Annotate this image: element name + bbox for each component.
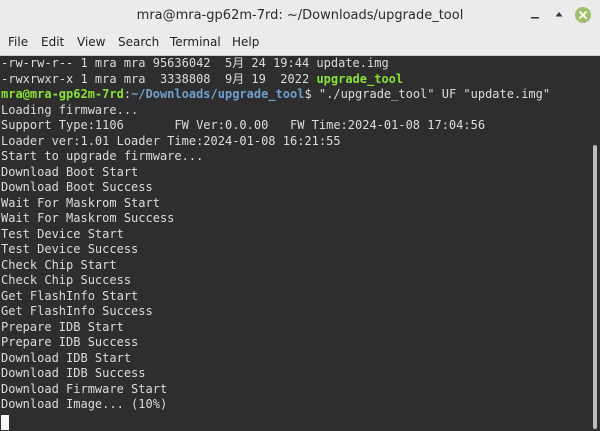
maximize-icon	[555, 12, 563, 17]
output-line: Check Chip Start	[1, 257, 117, 272]
maximize-button[interactable]	[551, 7, 567, 23]
output-line: Test Device Start	[1, 226, 124, 241]
output-line: Check Chip Success	[1, 273, 132, 287]
terminal-line-ls-upgrade-tool: -rwxrwxr-x 1 mra mra 3338808 9月 19 2022 …	[1, 72, 403, 88]
close-icon	[579, 11, 587, 19]
output-line: Loading firmware...	[1, 102, 139, 117]
output-line: Loader ver:1.01 Loader Time:2024-01-08 1…	[1, 133, 341, 148]
output-line: Wait For Maskrom Success	[1, 211, 175, 225]
menu-file[interactable]: File	[8, 35, 28, 49]
scrollbar-thumb[interactable]	[593, 145, 597, 429]
terminal-prompt-line: mra@mra-gp62m-7rd:~/Downloads/upgrade_to…	[1, 87, 550, 103]
menu-view[interactable]: View	[77, 35, 105, 49]
prompt-user-host: mra@mra-gp62m-7rd	[1, 87, 124, 101]
minimize-button[interactable]	[527, 7, 543, 23]
menu-search[interactable]: Search	[118, 35, 159, 49]
prompt-command: $ "./upgrade_tool" UF "update.img"	[304, 87, 551, 101]
output-line: Download Boot Start	[1, 164, 139, 179]
title-bar[interactable]: mra@mra-gp62m-7rd: ~/Downloads/upgrade_t…	[0, 0, 600, 30]
output-line: Prepare IDB Start	[1, 319, 124, 334]
menu-edit[interactable]: Edit	[41, 35, 64, 49]
ls-entry-details: -rwxrwxr-x 1 mra mra 3338808 9月 19 2022	[1, 71, 317, 86]
output-line: Prepare IDB Success	[1, 335, 139, 349]
output-line: Download IDB Success	[1, 366, 146, 380]
terminal-cursor	[1, 415, 9, 430]
menu-bar: File Edit View Search Terminal Help	[0, 30, 600, 56]
output-line: Download Boot Success	[1, 180, 153, 194]
menu-help[interactable]: Help	[232, 35, 259, 49]
output-line: Download IDB Start	[1, 350, 132, 365]
window-title: mra@mra-gp62m-7rd: ~/Downloads/upgrade_t…	[136, 8, 464, 23]
minimize-icon	[531, 17, 539, 19]
output-line: Download Firmware Start	[1, 381, 168, 396]
ls-executable-name: upgrade_tool	[316, 71, 404, 86]
output-line: Start to upgrade firmware...	[1, 149, 204, 163]
output-line: Get FlashInfo Start	[1, 288, 139, 303]
terminal-line-ls-update-img: -rw-rw-r-- 1 mra mra 95636042 5月 24 19:4…	[1, 56, 389, 70]
terminal-window: mra@mra-gp62m-7rd: ~/Downloads/upgrade_t…	[0, 0, 600, 431]
terminal-output[interactable]: -rw-rw-r-- 1 mra mra 95636042 5月 24 19:4…	[0, 56, 590, 431]
prompt-path: ~/Downloads/upgrade_tool	[131, 87, 305, 101]
output-line: Test Device Success	[1, 242, 139, 256]
output-line: Download Image... (10%)	[1, 397, 168, 411]
output-line: Wait For Maskrom Start	[1, 195, 160, 210]
menu-terminal[interactable]: Terminal	[170, 35, 221, 49]
output-line: Support Type:1106 FW Ver:0.0.00 FW Time:…	[1, 118, 486, 132]
output-line: Get FlashInfo Success	[1, 304, 153, 318]
close-button[interactable]	[575, 7, 591, 23]
prompt-colon: :	[123, 87, 132, 101]
